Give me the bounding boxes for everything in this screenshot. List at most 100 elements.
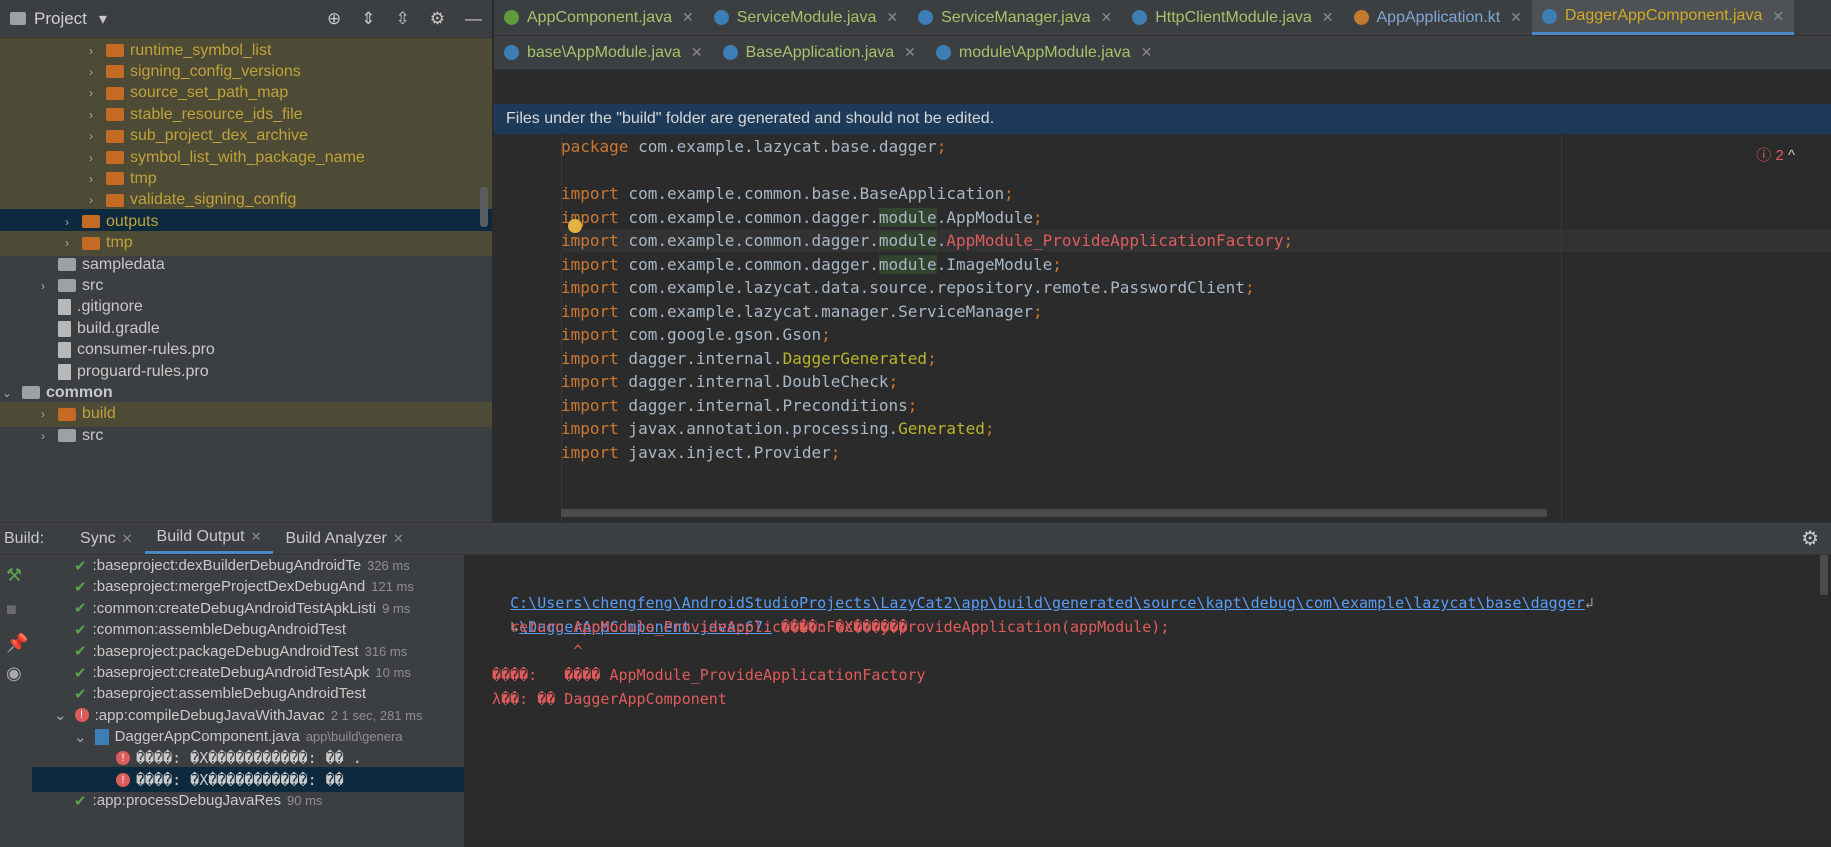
- gear-icon[interactable]: ⚙: [430, 9, 445, 29]
- close-icon[interactable]: ✕: [682, 9, 694, 26]
- error-indicator[interactable]: ⓘ 2 ^: [1756, 144, 1795, 165]
- editor-tab[interactable]: ServiceManager.java ✕: [908, 0, 1122, 35]
- class-icon: [1541, 8, 1557, 24]
- code-token: com.example.lazycat.data.source.reposito…: [618, 278, 1245, 297]
- code-line: import com.example.common.base.BaseAppli…: [561, 182, 1014, 205]
- chevron-down-icon[interactable]: ▾: [99, 9, 107, 29]
- tree-item-label: signing_config_versions: [130, 62, 301, 80]
- class-icon: [1353, 10, 1369, 25]
- chevron-right-icon[interactable]: ›: [84, 44, 98, 58]
- editor-tab-label: DaggerAppComponent.java: [1564, 7, 1763, 24]
- tree-item-label: source_set_path_map: [130, 84, 289, 102]
- tree-item-label: validate_signing_config: [130, 191, 297, 209]
- chevron-down-icon[interactable]: ⌄: [54, 706, 67, 724]
- output-line: ����: ���� AppModule_ProvideApplicationF…: [474, 666, 926, 684]
- pin-icon[interactable]: 📌: [6, 633, 28, 654]
- build-tabs: Sync ✕ Build Output ✕ Build Analyzer ✕: [68, 523, 416, 554]
- expand-all-icon[interactable]: ⇕: [361, 9, 375, 29]
- editor-tab[interactable]: ServiceModule.java ✕: [704, 0, 908, 35]
- build-toolstrip: ⚒ ■ 📌 ◉: [0, 555, 32, 847]
- folder-icon: [106, 172, 124, 186]
- code-token: com.google.gson.Gson: [618, 325, 822, 344]
- editor-tab[interactable]: module\AppModule.java ✕: [926, 36, 1162, 69]
- project-title[interactable]: Project: [34, 9, 87, 29]
- build-tab[interactable]: Build Analyzer ✕: [273, 523, 415, 554]
- editor-tabs-row-1: AppComponent.java ✕ ServiceModule.java ✕ Ser…: [494, 0, 1831, 36]
- editor-tab[interactable]: DaggerAppComponent.java ✕: [1531, 0, 1795, 35]
- tree-item-label: src: [82, 426, 104, 444]
- build-tab[interactable]: Build Output ✕: [144, 523, 274, 554]
- editor-tab[interactable]: AppComponent.java ✕: [494, 0, 704, 35]
- build-tab[interactable]: Sync ✕: [68, 523, 144, 554]
- close-icon[interactable]: ✕: [1101, 9, 1113, 26]
- output-line: λ��: �� DaggerAppComponent: [474, 690, 727, 708]
- code-token: com.example.common.dagger.: [618, 255, 879, 274]
- class-icon: [504, 45, 519, 60]
- file-icon: [58, 363, 71, 380]
- code-area[interactable]: package com.example.lazycat.base.dagger;…: [494, 135, 1831, 522]
- editor-tab-label: HttpClientModule.java: [1155, 8, 1312, 26]
- close-icon[interactable]: ✕: [251, 529, 262, 545]
- stop-icon[interactable]: ■: [6, 599, 17, 620]
- build-duration: 2 1 sec, 281 ms: [330, 707, 423, 723]
- collapse-all-icon[interactable]: ⇳: [396, 9, 410, 29]
- editor-tab[interactable]: HttpClientModule.java ✕: [1122, 0, 1343, 35]
- chevron-right-icon[interactable]: ›: [36, 429, 50, 443]
- code-token: module: [878, 231, 937, 250]
- close-icon[interactable]: ✕: [1141, 44, 1153, 61]
- close-icon[interactable]: ✕: [1772, 8, 1784, 25]
- chevron-right-icon[interactable]: ›: [84, 193, 98, 207]
- folder-icon: [58, 407, 76, 421]
- chevron-right-icon[interactable]: ›: [84, 65, 98, 79]
- chevron-right-icon[interactable]: ›: [84, 86, 98, 100]
- hide-icon[interactable]: —: [465, 9, 482, 29]
- build-duration: 9 ms: [382, 600, 411, 616]
- chevron-right-icon[interactable]: ›: [60, 236, 74, 250]
- project-scrollbar[interactable]: [480, 187, 488, 227]
- close-icon[interactable]: ✕: [1510, 9, 1522, 26]
- close-icon[interactable]: ✕: [886, 9, 898, 26]
- code-token: ;: [821, 325, 831, 344]
- chevron-right-icon[interactable]: ›: [60, 215, 74, 229]
- close-icon[interactable]: ✕: [904, 44, 916, 61]
- right-margin-guide: [1561, 135, 1562, 522]
- chevron-right-icon[interactable]: ›: [84, 151, 98, 165]
- build-tree-label: :baseproject:createDebugAndroidTestApk: [92, 664, 370, 681]
- editor-hscrollbar[interactable]: [561, 509, 1547, 517]
- eye-icon[interactable]: ◉: [6, 663, 22, 684]
- editor-tab[interactable]: base\AppModule.java ✕: [494, 36, 713, 69]
- build-duration: 316 ms: [364, 643, 408, 659]
- tree-item-label: symbol_list_with_package_name: [130, 148, 365, 166]
- editor-tab[interactable]: BaseApplication.java ✕: [713, 36, 926, 69]
- code-token: ;: [1244, 278, 1255, 297]
- chevron-right-icon[interactable]: ›: [84, 129, 98, 143]
- close-icon[interactable]: ✕: [1322, 9, 1334, 26]
- close-icon[interactable]: ✕: [122, 531, 133, 547]
- generated-file-banner: Files under the "build" folder are gener…: [494, 104, 1831, 134]
- locate-icon[interactable]: ⊕: [327, 9, 341, 29]
- chevron-right-icon[interactable]: ›: [36, 279, 50, 293]
- file-icon: [58, 342, 71, 359]
- code-token: com.example.common.dagger.: [618, 208, 879, 227]
- build-tree-label: ����: �X�����������: �� .: [136, 749, 362, 768]
- chevron-up-icon[interactable]: ^: [1788, 147, 1795, 164]
- lightbulb-icon[interactable]: [568, 219, 582, 233]
- gear-icon[interactable]: ⚙: [1801, 526, 1819, 551]
- tree-item[interactable]: › src: [0, 423, 492, 448]
- chevron-right-icon[interactable]: ›: [84, 108, 98, 122]
- build-tree-label: :common:assembleDebugAndroidTest: [92, 621, 347, 639]
- chevron-down-icon[interactable]: ⌄: [0, 386, 14, 400]
- output-scrollbar[interactable]: [1820, 555, 1828, 595]
- close-icon[interactable]: ✕: [393, 531, 404, 547]
- editor-tab[interactable]: AppApplication.kt ✕: [1344, 0, 1532, 35]
- chevron-right-icon[interactable]: ›: [84, 172, 98, 186]
- editor-tab-label: AppComponent.java: [527, 8, 672, 26]
- code-token: ;: [1283, 231, 1294, 250]
- chevron-down-icon[interactable]: ⌄: [74, 728, 87, 746]
- build-tree-label: :common:createDebugAndroidTestApkListi: [92, 599, 377, 617]
- hammer-icon[interactable]: ⚒: [6, 565, 22, 586]
- file-icon: [58, 320, 71, 337]
- close-icon[interactable]: ✕: [691, 44, 703, 61]
- chevron-right-icon[interactable]: ›: [36, 407, 50, 421]
- build-tree-row[interactable]: ✔:app:processDebugJavaRes 90 ms: [32, 788, 464, 813]
